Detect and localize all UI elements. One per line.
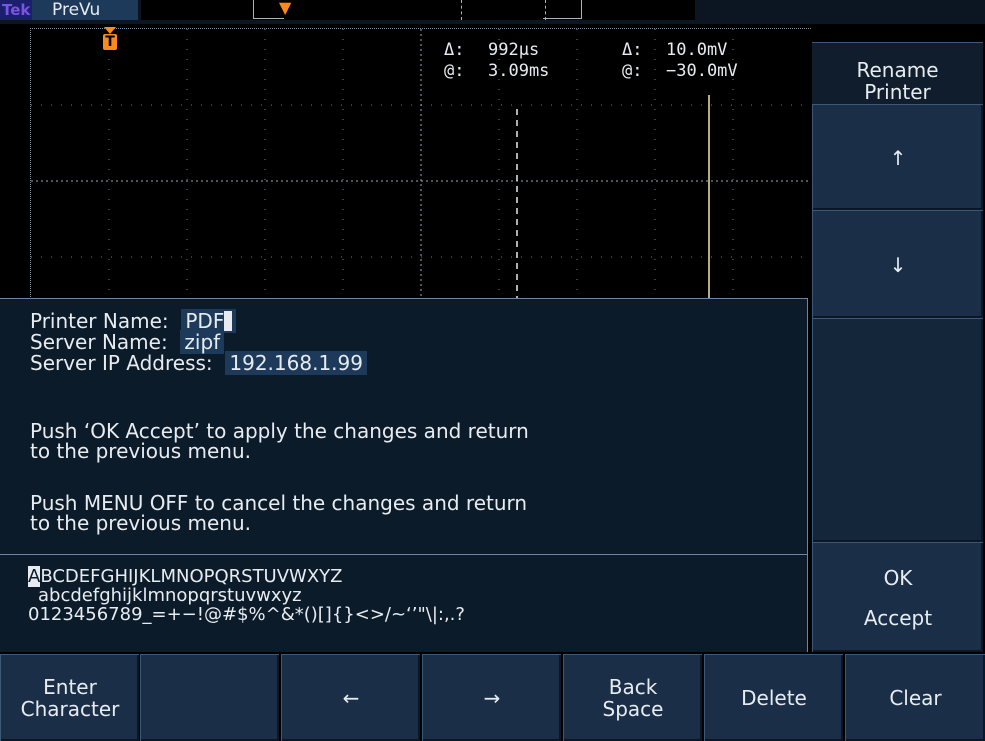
record-bracket-right — [543, 0, 582, 19]
volt-cursor-readout: Δ: 10.0mV @: −30.0mV — [622, 40, 738, 82]
ok-accept-button[interactable]: OK Accept — [812, 542, 983, 652]
cancel-instruction-line-2: to the previous menu. — [30, 511, 251, 535]
right-arrow-icon: → — [483, 686, 501, 710]
volt-delta-label: Δ: — [622, 40, 643, 60]
delete-label: Delete — [741, 686, 807, 710]
down-arrow-button[interactable]: ↓ — [812, 210, 983, 318]
record-length-bar: ▼ — [141, 0, 695, 20]
prevu-indicator: PreVu — [32, 0, 138, 20]
accept-instruction-line-1: Push ‘OK Accept’ to apply the changes an… — [30, 419, 529, 443]
volt-at-value: −30.0mV — [666, 61, 738, 81]
down-arrow-icon: ↓ — [889, 252, 907, 277]
ok-label: OK — [883, 565, 913, 590]
title-line-1: Rename — [856, 57, 939, 82]
left-arrow-icon: ← — [342, 686, 360, 710]
server-name-row: Server Name: zipf — [30, 330, 367, 354]
up-arrow-button[interactable]: ↑ — [812, 104, 983, 210]
volt-at-label: @: — [622, 61, 643, 81]
server-ip-label: Server IP Address: — [30, 351, 213, 375]
time-delta-value: 992µs — [488, 40, 540, 60]
text-cursor — [224, 311, 233, 331]
record-tick — [461, 0, 462, 20]
brand-logo: Tek — [0, 0, 32, 20]
charset-lowercase[interactable]: abcdefghijklmnopqrstuvwxyz — [38, 586, 302, 605]
top-status-bar: Tek PreVu ▼ — [0, 0, 985, 24]
cursor-left-button[interactable]: ← — [281, 654, 420, 741]
uppercase-characters[interactable]: BCDEFGHIJKLMNOPQRSTUVWXYZ — [40, 566, 342, 587]
accept-label: Accept — [863, 605, 933, 630]
printer-name-row: Printer Name: PDF — [30, 309, 367, 333]
record-tick — [545, 0, 546, 20]
volt-delta-value: 10.0mV — [666, 40, 728, 60]
server-ip-row: Server IP Address: 192.168.1.99 — [30, 351, 367, 375]
time-cursor-readout: Δ: 992µs @: 3.09ms — [444, 40, 549, 82]
time-at-label: @: — [444, 61, 465, 81]
up-arrow-icon: ↑ — [889, 145, 907, 170]
bottom-blank-button[interactable] — [140, 654, 279, 741]
time-delta-label: Δ: — [444, 40, 465, 60]
character-picker[interactable]: ABCDEFGHIJKLMNOPQRSTUVWXYZ abcdefghijklm… — [0, 554, 807, 653]
charset-symbols[interactable]: 0123456789_=+−!@#$%^&*()[]{}<>/~‘’"\|:,.… — [28, 605, 465, 624]
enter-label-2: Character — [20, 697, 120, 721]
charset-uppercase[interactable]: ABCDEFGHIJKLMNOPQRSTUVWXYZ — [28, 566, 343, 587]
side-menu-blank — [812, 318, 983, 542]
accept-instruction: Push ‘OK Accept’ to apply the changes an… — [30, 421, 529, 461]
trigger-position-marker: T — [103, 27, 123, 50]
back-label-1: Back — [608, 675, 658, 699]
enter-character-button[interactable]: Enter Character — [0, 654, 139, 741]
server-ip-input[interactable]: 192.168.1.99 — [225, 351, 367, 375]
record-trigger-icon: ▼ — [279, 0, 292, 17]
back-label-2: Space — [602, 697, 664, 721]
trigger-arrow-icon — [104, 27, 116, 34]
time-at-value: 3.09ms — [488, 61, 550, 81]
back-space-button[interactable]: Back Space — [563, 654, 702, 741]
selected-character[interactable]: A — [28, 566, 41, 587]
cursor-right-button[interactable]: → — [422, 654, 561, 741]
clear-label: Clear — [889, 686, 942, 710]
cancel-instruction-line-1: Push MENU OFF to cancel the changes and … — [30, 491, 528, 515]
printer-fields: Printer Name: PDF Server Name: zipf Serv… — [30, 309, 367, 375]
trigger-t-icon: T — [103, 34, 117, 50]
delete-button[interactable]: Delete — [704, 654, 843, 741]
title-line-2: Printer — [864, 79, 931, 104]
accept-instruction-line-2: to the previous menu. — [30, 439, 251, 463]
cancel-instruction: Push MENU OFF to cancel the changes and … — [30, 493, 527, 533]
bottom-menu: Enter Character ← → Back Space Delete Cl… — [0, 654, 985, 741]
clear-button[interactable]: Clear — [845, 654, 985, 741]
enter-label-1: Enter — [43, 675, 97, 699]
rename-printer-dialog: Printer Name: PDF Server Name: zipf Serv… — [0, 298, 808, 652]
side-menu: Rename Printer ↑ ↓ OK Accept — [812, 28, 985, 652]
